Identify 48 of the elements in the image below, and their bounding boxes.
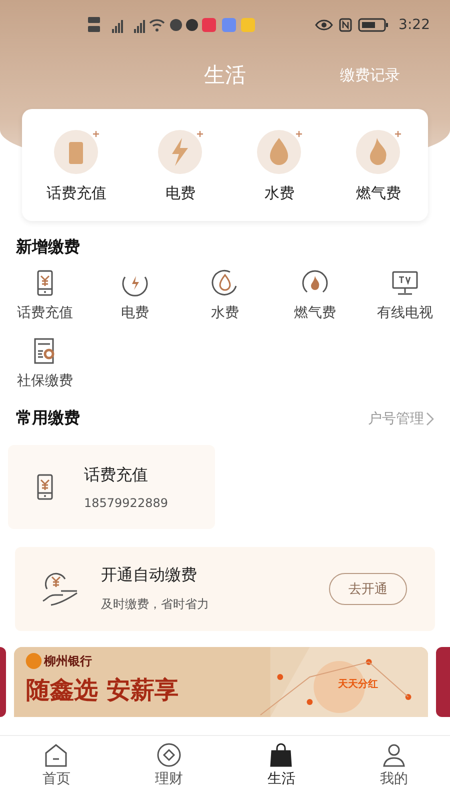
- saved-payment-card[interactable]: 话费充值 18579922889: [8, 445, 215, 529]
- service-label[interactable]: 话费充值: [46, 184, 106, 202]
- nfc-icon: [338, 18, 352, 32]
- tab[interactable]: 首页: [0, 736, 112, 800]
- auto-pay-subtitle: 及时缴费，省时省力: [101, 596, 209, 613]
- home-icon: [43, 742, 70, 768]
- auto-pay-title: 开通自动缴费: [101, 565, 198, 586]
- service-label[interactable]: 水费: [211, 304, 239, 322]
- service-label[interactable]: 有线电视: [377, 304, 433, 322]
- wifi-icon: [149, 19, 165, 32]
- tab[interactable]: 理财: [112, 736, 225, 800]
- promo-banner[interactable]: 柳州银行 随鑫选 安薪享 天天分红: [14, 647, 428, 717]
- banner-edge: [436, 647, 450, 717]
- service-label[interactable]: 燃气费: [356, 184, 401, 202]
- payment-name: 话费充值: [84, 464, 149, 486]
- app-notification-icon: [222, 18, 236, 32]
- tab[interactable]: 我的: [338, 736, 450, 800]
- person-icon: [380, 742, 407, 768]
- page-title: 生活: [204, 62, 246, 89]
- battery-icon: [358, 18, 388, 32]
- service-badge-icon: [52, 128, 102, 176]
- service-label[interactable]: 水费: [264, 184, 294, 202]
- account-number: 18579922889: [84, 496, 168, 510]
- tab[interactable]: 生活: [225, 736, 338, 800]
- banner-tag: 天天分红: [338, 677, 378, 691]
- service-label[interactable]: 燃气费: [294, 304, 336, 322]
- hd-icon: [88, 17, 100, 32]
- bank-name: 柳州银行: [44, 653, 92, 670]
- service-label[interactable]: 电费: [121, 304, 149, 322]
- enable-button[interactable]: 去开通: [329, 573, 407, 605]
- app-notification-icon: [202, 18, 216, 32]
- coin-hand-icon: [41, 571, 79, 607]
- service-label[interactable]: 话费充值: [17, 304, 73, 322]
- service-badge-icon: [156, 128, 206, 176]
- status-time: 3:22: [398, 17, 430, 33]
- shopping-bag-icon: [268, 742, 294, 768]
- chevron-right-icon: [426, 412, 434, 426]
- signal-icon: [134, 20, 145, 33]
- service-label[interactable]: 社保缴费: [17, 372, 73, 390]
- signal-icon: [112, 20, 123, 33]
- section-title: 新增缴费: [16, 237, 80, 258]
- service-badge-icon: [254, 128, 304, 176]
- eye-icon: [314, 20, 332, 30]
- banner-headline: 随鑫选 安薪享: [26, 675, 178, 706]
- service-badge-icon: [354, 128, 404, 176]
- mail-icon: [241, 18, 255, 32]
- service-label[interactable]: 电费: [166, 184, 196, 202]
- section-title: 常用缴费: [16, 408, 80, 429]
